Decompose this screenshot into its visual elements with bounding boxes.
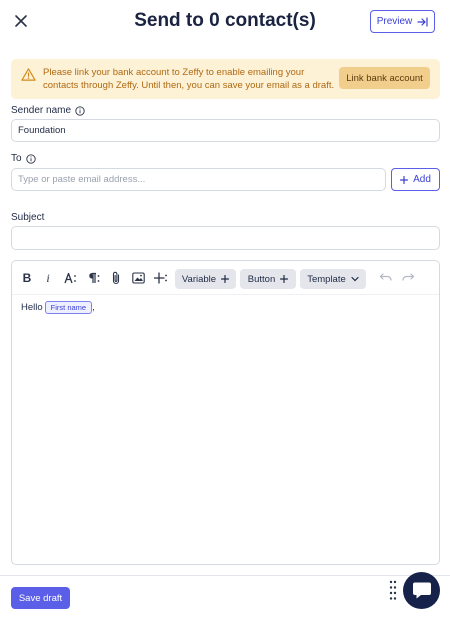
greeting-comma: ,: [92, 302, 95, 313]
editor-content[interactable]: Hello First name ,: [21, 301, 95, 314]
template-dropdown[interactable]: Template: [300, 269, 366, 289]
image-button[interactable]: [131, 270, 145, 286]
arrow-to-right-icon: [417, 16, 428, 27]
sender-name-label: Sender name: [11, 105, 85, 116]
paragraph-button[interactable]: [87, 270, 101, 286]
link-bank-account-button[interactable]: Link bank account: [339, 67, 430, 89]
preview-label: Preview: [376, 16, 413, 27]
sender-name-label-text: Sender name: [11, 105, 72, 116]
chat-bubble-icon: [412, 582, 431, 599]
info-icon[interactable]: [75, 105, 85, 116]
editor-toolbar: B i Variable Button Template: [12, 261, 439, 295]
to-label: To: [11, 153, 36, 164]
greeting-text: Hello: [21, 302, 43, 313]
add-recipient-button[interactable]: Add: [391, 168, 440, 191]
undo-icon[interactable]: [379, 271, 393, 283]
font-size-button[interactable]: [64, 270, 78, 286]
attachment-button[interactable]: [110, 270, 122, 286]
subject-input[interactable]: [11, 226, 440, 250]
save-draft-button[interactable]: Save draft: [11, 587, 70, 609]
variable-button[interactable]: Variable: [175, 269, 236, 289]
plus-icon: [280, 275, 289, 283]
image-icon: [131, 272, 145, 284]
chat-support-button[interactable]: [403, 572, 440, 609]
sender-name-input[interactable]: [11, 119, 440, 142]
drag-handle-icon[interactable]: [389, 580, 397, 602]
chevron-down-icon: [351, 276, 359, 282]
to-email-input[interactable]: [11, 168, 386, 191]
to-label-text: To: [11, 153, 22, 164]
font-size-icon: [64, 272, 76, 284]
template-label: Template: [307, 273, 346, 285]
bold-button[interactable]: B: [21, 270, 33, 286]
email-editor[interactable]: B i Variable Button Template Hello First…: [11, 260, 440, 565]
italic-button[interactable]: i: [43, 270, 53, 286]
warning-message: Please link your bank account to Zeffy t…: [43, 67, 335, 91]
preview-button[interactable]: Preview: [370, 10, 435, 33]
warning-icon: [21, 68, 36, 81]
button-insert-button[interactable]: Button: [240, 269, 296, 289]
plus-icon: [221, 275, 230, 283]
button-insert-label: Button: [247, 273, 276, 285]
info-icon[interactable]: [25, 153, 36, 164]
warning-banner: Please link your bank account to Zeffy t…: [11, 59, 440, 99]
add-label: Add: [413, 174, 431, 185]
redo-icon[interactable]: [401, 271, 415, 283]
modal-header: Send to 0 contact(s) Preview: [0, 0, 450, 44]
subject-label: Subject: [11, 212, 44, 223]
first-name-variable-chip[interactable]: First name: [44, 301, 93, 314]
subject-label-text: Subject: [11, 212, 45, 223]
paperclip-icon: [112, 271, 120, 285]
plus-more-icon: [154, 272, 167, 284]
insert-more-button[interactable]: [154, 270, 168, 286]
plus-icon: [400, 175, 409, 184]
paragraph-icon: [89, 272, 100, 283]
variable-label: Variable: [181, 273, 217, 285]
footer-divider: [0, 575, 450, 576]
